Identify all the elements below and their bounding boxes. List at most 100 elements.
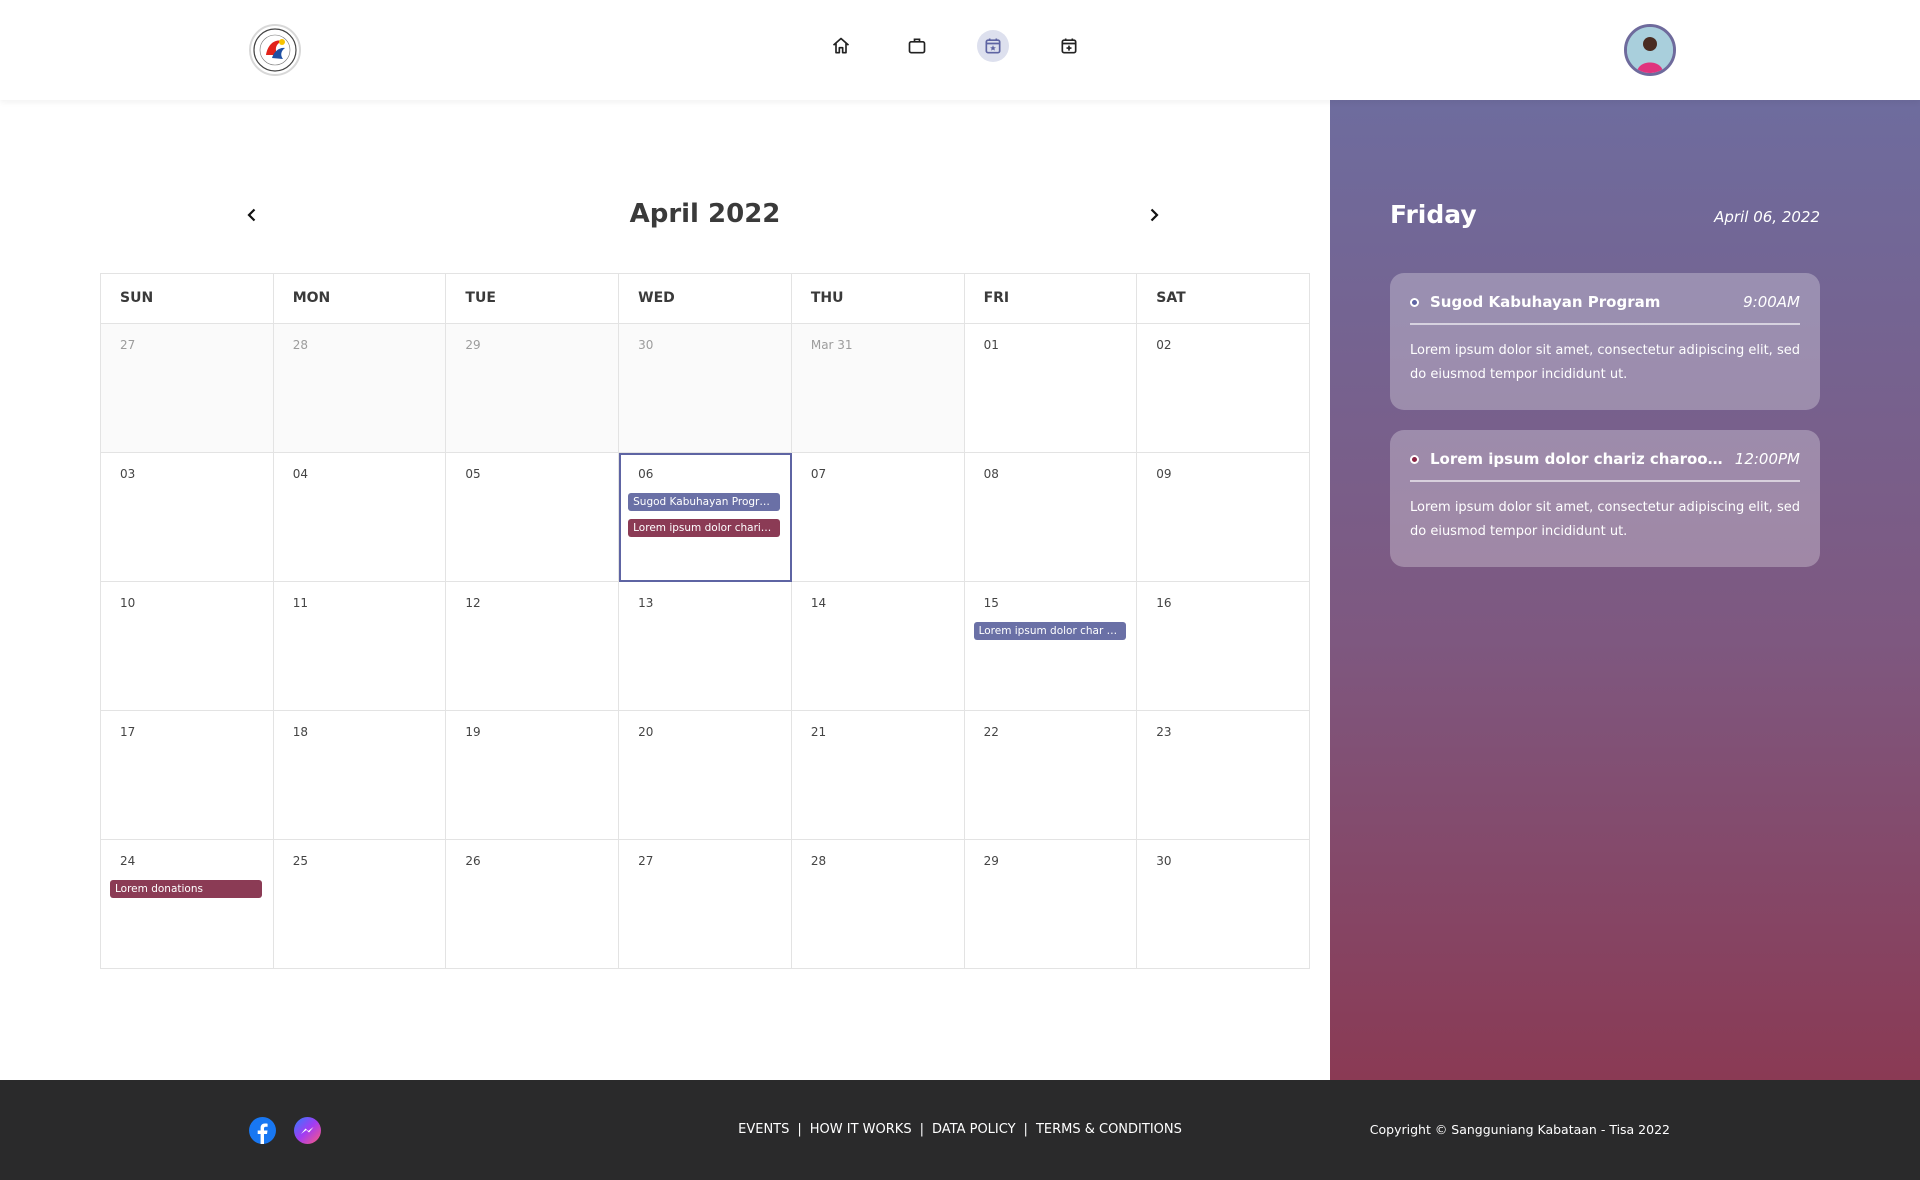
day-number: 16 [1156,596,1172,610]
day-number: 04 [292,467,308,481]
calendar-event-chip[interactable]: Lorem donations [110,880,262,898]
calendar-day[interactable]: 13 [619,582,792,711]
footer-link-data-policy[interactable]: DATA POLICY [932,1122,1016,1137]
calendar-day[interactable]: 03 [101,453,274,582]
day-number: 30 [638,338,654,352]
calendar-day[interactable]: 05 [446,453,620,582]
calendar-day[interactable]: 07 [791,453,965,582]
avatar[interactable] [1624,24,1676,76]
day-number: 11 [292,596,308,610]
day-number: 12 [465,596,481,610]
calendar-day[interactable]: 14 [791,582,965,711]
calendar-day[interactable]: 21 [791,711,965,840]
day-number: Mar 31 [810,338,853,352]
calendar-day[interactable]: 12 [446,582,620,711]
calendar-day[interactable]: 19 [446,711,620,840]
footer: EVENTS | HOW IT WORKS | DATA POLICY | TERMS & … [0,1080,1920,1180]
calendar-day[interactable]: 18 [273,711,447,840]
calendar-day[interactable]: 28 [273,324,447,453]
day-number: 19 [465,725,481,739]
day-number: 28 [292,338,308,352]
calendar-day[interactable]: 09 [1137,453,1310,582]
nav-events[interactable] [977,30,1009,62]
day-number: 26 [465,854,481,868]
calendar-event-chip[interactable]: Lorem ipsum dolor char ev... [973,622,1126,640]
day-detail-panel: Friday April 06, 2022 Sugod Kabuhayan Pr… [1330,100,1920,1080]
nav-add-event[interactable] [1053,30,1085,62]
calendar-day[interactable]: 23 [1137,711,1310,840]
weekday-header: TUE [446,274,620,324]
calendar-day[interactable]: 30 [1137,840,1310,969]
day-number: 06 [638,467,654,481]
footer-link-how-it-works[interactable]: HOW IT WORKS [810,1122,912,1137]
calendar-day[interactable]: 30 [619,324,792,453]
footer-link-terms[interactable]: TERMS & CONDITIONS [1036,1122,1182,1137]
day-number: 18 [292,725,308,739]
calendar-day[interactable]: 10 [101,582,274,711]
calendar-day[interactable]: 02 [1137,324,1310,453]
event-card[interactable]: Sugod Kabuhayan Program 9:00AM Lorem ips… [1390,273,1820,410]
logo[interactable] [249,24,301,76]
calendar-day[interactable]: 20 [619,711,792,840]
day-number: 15 [983,596,999,610]
day-number: 20 [638,725,654,739]
calendar-day[interactable]: 29 [964,840,1138,969]
calendar-day[interactable]: 26 [446,840,620,969]
calendar-day[interactable]: 27 [619,840,792,969]
calendar-day[interactable]: 29 [446,324,620,453]
event-card[interactable]: Lorem ipsum dolor chariz charoot prog...… [1390,430,1820,567]
footer-separator: | [919,1122,924,1137]
day-number: 23 [1156,725,1172,739]
calendar-event-chip[interactable]: Lorem ipsum dolor chariz... [628,519,781,537]
main-nav [825,30,1085,62]
weekday-header: MON [273,274,447,324]
calendar-day[interactable]: 04 [273,453,447,582]
day-number: 25 [292,854,308,868]
calendar-day[interactable]: 27 [101,324,274,453]
calendar-day-selected[interactable]: 06 Sugod Kabuhayan Program Lorem ipsum dol… [619,453,792,582]
day-number: 24 [120,854,136,868]
weekday-header: SAT [1137,274,1310,324]
calendar-day[interactable]: 01 [964,324,1138,453]
calendar-day[interactable]: 11 [273,582,447,711]
weekday-header: WED [619,274,792,324]
calendar-day[interactable]: 24 Lorem donations [101,840,274,969]
nav-home[interactable] [825,30,857,62]
day-number: 29 [465,338,481,352]
calendar-event-chip[interactable]: Sugod Kabuhayan Program [628,493,781,511]
seal-icon [253,28,297,72]
top-header [0,0,1920,100]
footer-link-events[interactable]: EVENTS [738,1122,789,1137]
day-number: 03 [120,467,136,481]
calendar-day[interactable]: Mar 31 [791,324,965,453]
footer-separator: | [1023,1122,1028,1137]
calendar-day[interactable]: 28 [791,840,965,969]
calendar-day[interactable]: 08 [964,453,1138,582]
calendar-day[interactable]: 25 [273,840,447,969]
day-number: 29 [983,854,999,868]
calendar-plus-icon [1061,38,1077,54]
calendar-day[interactable]: 22 [964,711,1138,840]
day-number: 14 [810,596,827,610]
day-number: 08 [983,467,999,481]
user-photo-icon [1627,27,1673,73]
nav-projects[interactable] [901,30,933,62]
event-title: Sugod Kabuhayan Program [1430,293,1661,311]
next-month-button[interactable] [1142,203,1166,227]
event-dot-icon [1410,297,1419,307]
calendar-day[interactable]: 15 Lorem ipsum dolor char ev... [964,582,1138,711]
event-title: Lorem ipsum dolor chariz charoot prog... [1430,450,1723,468]
day-number: 28 [810,854,827,868]
event-dot-icon [1410,454,1419,464]
day-number: 30 [1156,854,1172,868]
calendar-day[interactable]: 17 [101,711,274,840]
day-number: 10 [120,596,136,610]
calendar-grid: SUN MON TUE WED THU FRI SAT 27 28 29 30 Mar 31 01 02 0… [100,273,1310,969]
divider [1410,480,1800,482]
calendar-day[interactable]: 16 [1137,582,1310,711]
day-number: 27 [120,338,136,352]
event-description: Lorem ipsum dolor sit amet, consectetur … [1410,500,1800,539]
day-number: 21 [810,725,827,739]
selected-date: April 06, 2022 [1714,208,1820,226]
calendar-star-icon [985,38,1001,54]
